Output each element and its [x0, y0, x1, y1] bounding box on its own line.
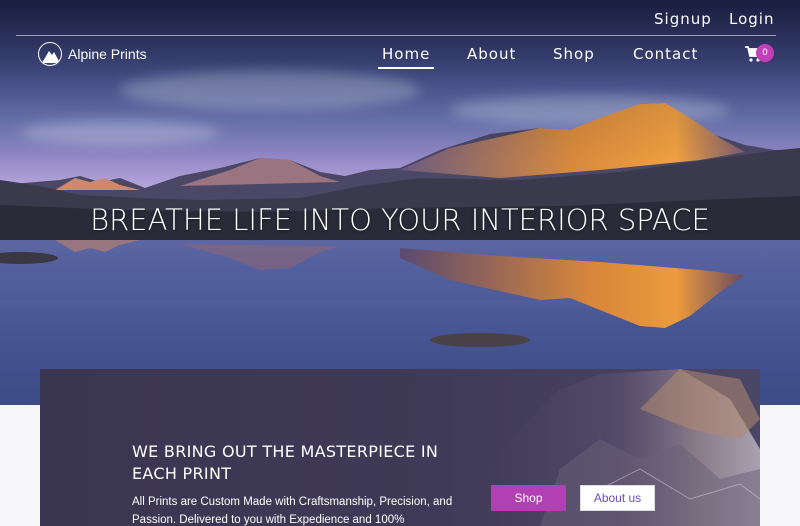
nav-contact[interactable]: Contact	[633, 45, 698, 63]
top-bar: Signup Login	[0, 0, 800, 36]
feature-title: WE BRING OUT THE MASTERPIECE IN EACH PRI…	[132, 442, 439, 483]
feature-card: WE BRING OUT THE MASTERPIECE IN EACH PRI…	[40, 369, 760, 526]
header-divider	[16, 35, 776, 36]
signup-link[interactable]: Signup	[654, 10, 712, 28]
nav-shop[interactable]: Shop	[553, 45, 595, 63]
feature-body: All Prints are Custom Made with Craftsma…	[132, 496, 453, 526]
mountain-logo-icon	[38, 42, 62, 66]
login-link[interactable]: Login	[729, 10, 774, 28]
shop-button[interactable]: Shop	[491, 485, 566, 511]
nav-about[interactable]: About	[467, 45, 516, 63]
nav-home[interactable]: Home	[377, 45, 435, 69]
brand[interactable]: Alpine Prints	[38, 41, 147, 67]
brand-name: Alpine Prints	[68, 46, 147, 62]
cart-count-badge: 0	[756, 44, 774, 62]
cart-button[interactable]: 0	[744, 43, 776, 65]
hero-headline: BREATHE LIFE INTO YOUR INTERIOR SPACE	[90, 203, 710, 237]
about-us-button[interactable]: About us	[580, 485, 655, 511]
